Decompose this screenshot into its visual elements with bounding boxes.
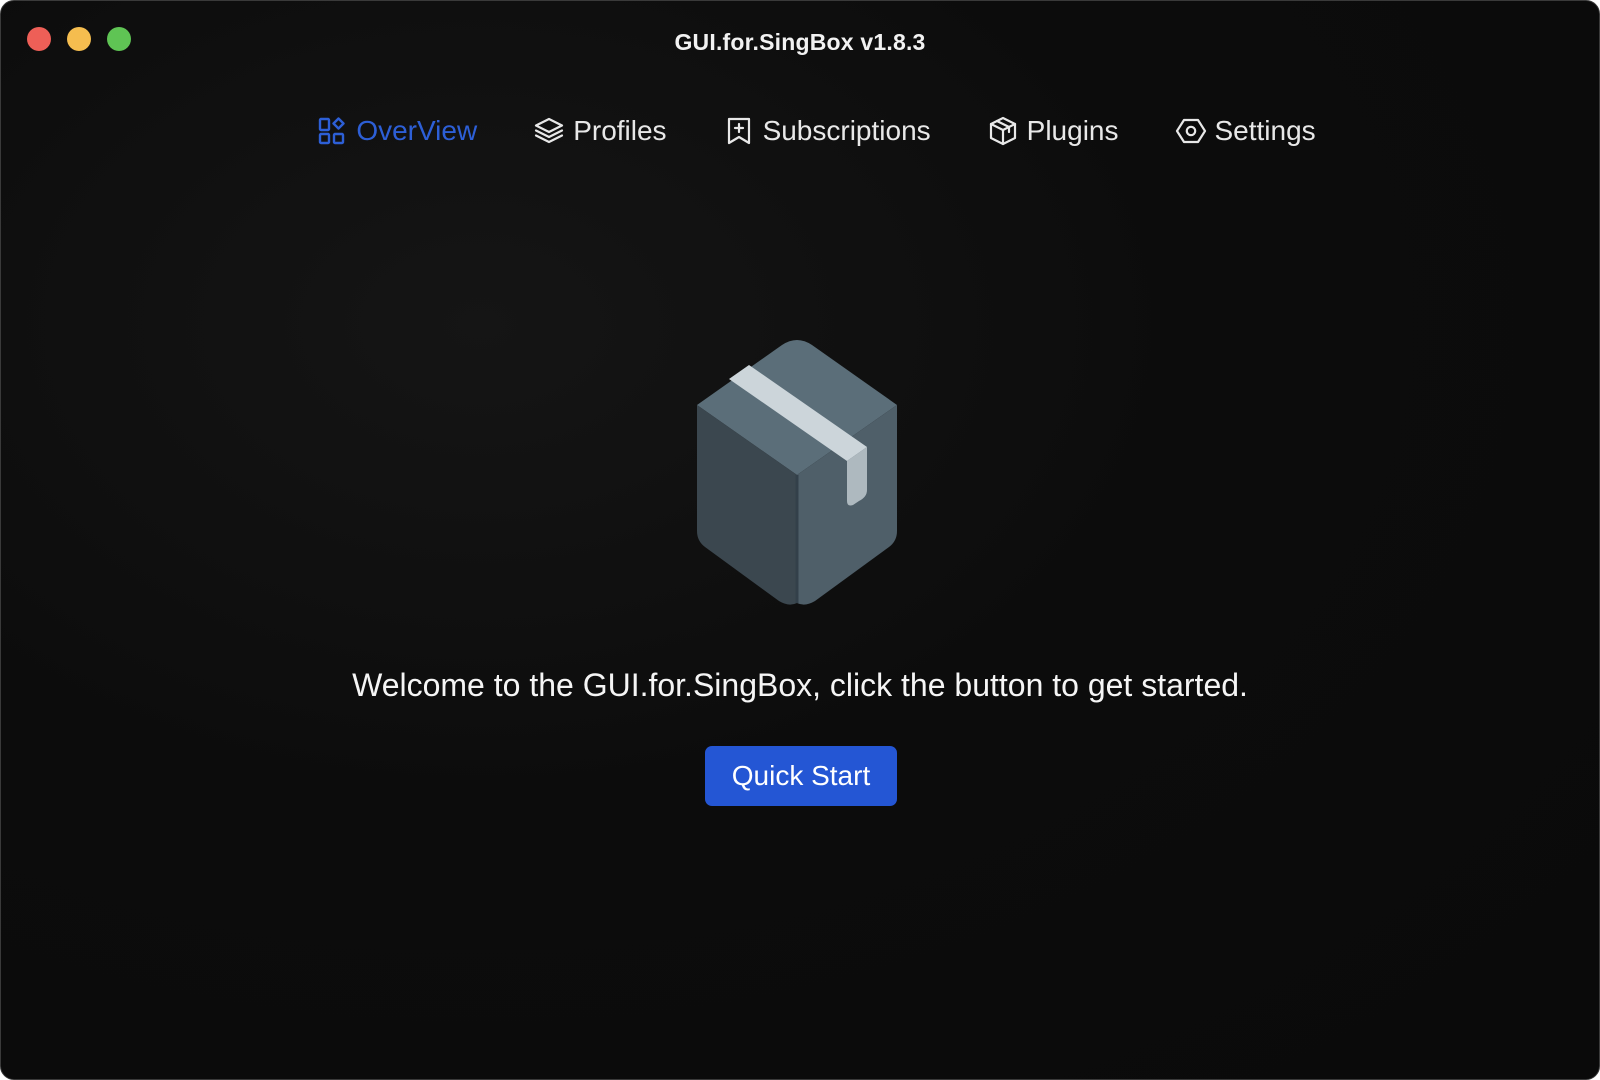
welcome-message: Welcome to the GUI.for.SingBox, click th… [352, 667, 1248, 703]
nav-tab-label: Profiles [573, 115, 667, 146]
nav-tab-subscriptions[interactable]: Subscriptions [723, 109, 931, 153]
title-bar[interactable]: GUI.for.SingBox v1.8.3 [1, 1, 1599, 81]
app-window: GUI.for.SingBox v1.8.3 OverView Profiles… [0, 0, 1600, 1080]
package-box-icon [657, 335, 937, 615]
layers-icon [533, 115, 565, 147]
nav-tab-label: Plugins [1026, 115, 1119, 146]
nav-tab-label: Subscriptions [762, 115, 931, 146]
quick-start-button[interactable]: Quick Start [705, 746, 897, 806]
nav-tab-overview[interactable]: OverView [316, 109, 477, 153]
nav-tab-label: OverView [356, 115, 478, 146]
window-title: GUI.for.SingBox v1.8.3 [674, 29, 926, 55]
nav-tab-label: Settings [1214, 115, 1316, 146]
top-navigation: OverView Profiles Subscriptions Plugins … [1, 109, 1599, 153]
nav-tab-plugins[interactable]: Plugins [987, 109, 1119, 153]
overview-grid-icon [316, 115, 348, 147]
cube-icon [987, 115, 1019, 147]
hexagon-gear-icon [1175, 115, 1207, 147]
nav-tab-settings[interactable]: Settings [1175, 109, 1316, 153]
nav-tab-profiles[interactable]: Profiles [533, 109, 667, 153]
bookmark-plus-icon [723, 115, 755, 147]
